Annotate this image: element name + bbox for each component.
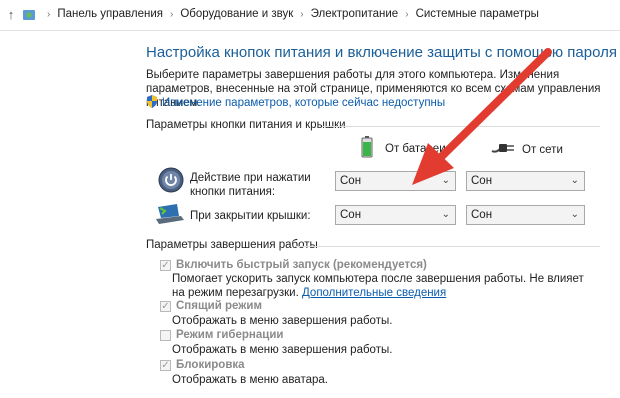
lock-desc: Отображать в меню аватара. (172, 374, 328, 386)
sleep-option[interactable]: ✓ Спящий режим (160, 300, 262, 312)
address-bar: ↑ › Панель управления › Оборудование и з… (0, 0, 620, 31)
control-panel-icon (22, 8, 36, 22)
power-buttons-section-title: Параметры кнопки питания и крышки (146, 119, 346, 131)
hibernate-label: Режим гибернации (176, 329, 284, 341)
fast-startup-checkbox[interactable]: ✓ (160, 259, 171, 271)
breadcrumb-item-control-panel[interactable]: Панель управления (57, 8, 163, 20)
breadcrumb: › Панель управления › Оборудование и зву… (40, 8, 539, 20)
hibernate-checkbox[interactable] (160, 329, 171, 341)
battery-column-label: От батареи (385, 142, 446, 155)
admin-link-row: Изменение параметров, которые сейчас нед… (146, 95, 445, 111)
power-plug-icon (490, 141, 516, 158)
battery-icon (361, 136, 373, 161)
lid-close-ac-select[interactable]: Сон ⌄ (466, 205, 585, 225)
select-value: Сон (340, 175, 362, 187)
power-button-icon (158, 167, 184, 196)
select-value: Сон (340, 209, 362, 221)
power-button-ac-select[interactable]: Сон ⌄ (466, 171, 585, 191)
fast-startup-desc: Помогает ускорить запуск компьютера посл… (172, 272, 592, 300)
ac-column-label: От сети (522, 143, 563, 156)
lock-label: Блокировка (176, 359, 245, 371)
chevron-down-icon: ⌄ (570, 209, 579, 220)
chevron-down-icon: ⌄ (441, 209, 450, 220)
lock-checkbox[interactable]: ✓ (160, 359, 171, 371)
chevron-right-icon: › (170, 8, 174, 20)
hibernate-option[interactable]: Режим гибернации (160, 329, 284, 341)
up-arrow-icon[interactable]: ↑ (4, 7, 18, 23)
power-button-battery-select[interactable]: Сон ⌄ (335, 171, 456, 191)
chevron-right-icon: › (405, 8, 409, 20)
laptop-lid-icon (155, 203, 185, 228)
sleep-desc: Отображать в меню завершения работы. (172, 315, 393, 327)
power-button-action-label: Действие при нажатии кнопки питания: (190, 172, 311, 198)
chevron-right-icon: › (47, 8, 51, 20)
fast-startup-label: Включить быстрый запуск (рекомендуется) (176, 259, 427, 271)
section-divider (295, 246, 600, 247)
battery-column-header: От батареи (361, 136, 446, 161)
learn-more-link[interactable]: Дополнительные сведения (302, 287, 446, 299)
uac-shield-icon (146, 95, 158, 111)
hibernate-desc: Отображать в меню завершения работы. (172, 344, 393, 356)
select-value: Сон (471, 209, 493, 221)
lid-close-battery-select[interactable]: Сон ⌄ (335, 205, 456, 225)
sleep-label: Спящий режим (176, 300, 262, 312)
chevron-down-icon: ⌄ (441, 175, 450, 186)
chevron-down-icon: ⌄ (570, 175, 579, 186)
lock-option[interactable]: ✓ Блокировка (160, 359, 245, 371)
lid-close-action-label: При закрытии крышки: (190, 210, 311, 222)
change-unavailable-settings-link[interactable]: Изменение параметров, которые сейчас нед… (162, 97, 445, 109)
section-divider (322, 126, 600, 127)
fast-startup-option[interactable]: ✓ Включить быстрый запуск (рекомендуется… (160, 259, 427, 271)
select-value: Сон (471, 175, 493, 187)
sleep-checkbox[interactable]: ✓ (160, 300, 171, 312)
shutdown-section-title: Параметры завершения работы (146, 239, 318, 251)
page-title: Настройка кнопок питания и включение защ… (146, 44, 617, 61)
chevron-right-icon: › (300, 8, 304, 20)
breadcrumb-item-hardware-sound[interactable]: Оборудование и звук (180, 8, 293, 20)
breadcrumb-item-system-settings[interactable]: Системные параметры (416, 8, 539, 20)
ac-column-header: От сети (490, 141, 563, 158)
breadcrumb-item-power-options[interactable]: Электропитание (311, 8, 399, 20)
